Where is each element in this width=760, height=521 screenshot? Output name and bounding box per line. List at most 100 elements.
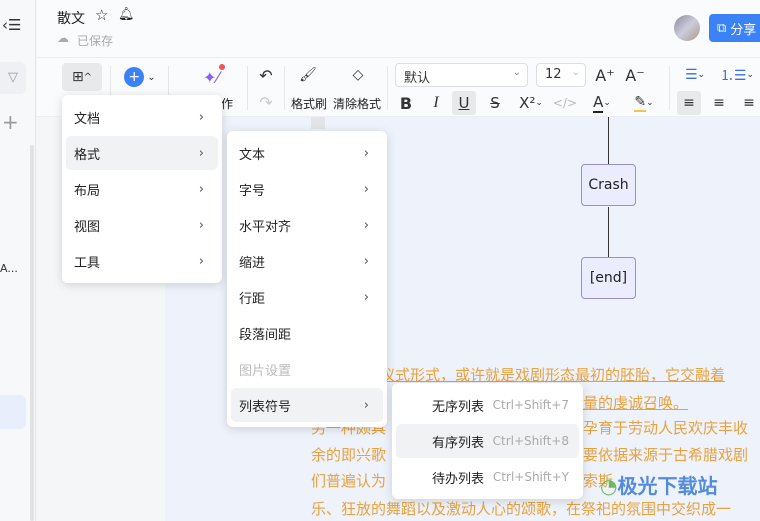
bold-icon[interactable]: B: [395, 92, 417, 114]
menu-item-list-style[interactable]: 列表符号 ›: [231, 388, 383, 422]
numbered-list-icon[interactable]: ⒈☰ ⌄: [719, 64, 755, 86]
decrease-font-icon[interactable]: A⁻: [622, 64, 648, 86]
menu-item-text[interactable]: 文本 ›: [231, 136, 383, 170]
eraser-icon[interactable]: ◇: [343, 64, 373, 86]
redo-icon[interactable]: ↷: [253, 91, 279, 113]
strikethrough-icon[interactable]: S: [484, 92, 506, 114]
paragraph-line[interactable]: 量的虔诚召唤。: [583, 392, 688, 413]
menu-item-paragraph-spacing[interactable]: 段落间距: [231, 316, 383, 350]
clear-format-button[interactable]: 清除格式: [333, 95, 381, 112]
menu-label: 有序列表: [432, 435, 485, 451]
main-menu: 文档 › 格式 › 布局 › 视图 › 工具 ›: [62, 95, 222, 283]
menu-item-unordered-list[interactable]: 无序列表 Ctrl+Shift+7: [396, 388, 579, 422]
font-family-select[interactable]: 默认 ⌄: [395, 63, 528, 87]
paragraph-line[interactable]: 要依据来源于古希腊戏剧: [583, 444, 748, 465]
chevron-right-icon: ›: [363, 181, 369, 197]
underline-icon[interactable]: U: [452, 91, 476, 115]
header: 散文 ☆ 🔔︎ ☁ 已保存 ⧉ 分享: [37, 0, 760, 57]
menu-label: 字号: [239, 183, 266, 199]
bell-icon[interactable]: 🔔︎: [118, 7, 135, 22]
menu-label: 文本: [239, 147, 266, 163]
menu-item-tools[interactable]: 工具 ›: [66, 244, 218, 278]
star-icon[interactable]: ☆: [95, 6, 108, 24]
menu-grid-button[interactable]: ⊞ ^: [62, 63, 102, 91]
menu-item-layout[interactable]: 布局 ›: [66, 172, 218, 206]
menu-label: 图片设置: [239, 363, 292, 379]
font-color-icon[interactable]: A ⌄: [585, 92, 619, 114]
diagram-node-crash[interactable]: Crash: [581, 164, 636, 206]
share-button[interactable]: ⧉ 分享: [709, 14, 760, 42]
menu-label: 无序列表: [432, 399, 485, 415]
chevron-right-icon: ›: [198, 181, 204, 197]
menu-label: 格式: [74, 147, 101, 163]
menu-label: 待办列表: [432, 471, 485, 487]
format-painter-button[interactable]: 格式刷: [291, 95, 327, 112]
menu-item-document[interactable]: 文档 ›: [66, 100, 218, 134]
list-submenu: 无序列表 Ctrl+Shift+7 有序列表 Ctrl+Shift+8 待办列表 Ct…: [392, 383, 583, 499]
scrollbar[interactable]: [30, 145, 34, 521]
superscript-icon[interactable]: X² ⌄: [513, 92, 549, 114]
paragraph-line[interactable]: 们普遍认为: [311, 470, 386, 491]
menu-item-todo-list[interactable]: 待办列表 Ctrl+Shift+Y: [396, 460, 579, 494]
menu-label: 水平对齐: [239, 219, 292, 235]
font-size-select[interactable]: 12 ⌄: [536, 63, 586, 87]
undo-icon[interactable]: ↶: [253, 64, 279, 86]
menu-item-font-size[interactable]: 字号 ›: [231, 172, 383, 206]
external-link-icon: ⧉: [717, 20, 727, 36]
chevron-right-icon: ›: [363, 397, 369, 413]
chevron-right-icon: ›: [198, 217, 204, 233]
avatar[interactable]: [674, 15, 700, 41]
highlight-icon[interactable]: ✎ ⌄: [626, 92, 662, 114]
chevron-right-icon: ›: [198, 109, 204, 125]
filter-icon[interactable]: ▽: [0, 62, 26, 94]
menu-item-image-settings: 图片设置: [231, 352, 383, 386]
ai-label[interactable]: 作: [221, 95, 233, 112]
menu-label: 文档: [74, 111, 101, 127]
align-right-icon[interactable]: ≡: [737, 91, 760, 115]
paragraph-line[interactable]: 余的即兴歌: [311, 444, 386, 465]
menu-label: 布局: [74, 183, 101, 199]
add-icon[interactable]: +: [2, 110, 19, 134]
chevron-right-icon: ›: [198, 253, 204, 269]
shortcut: Ctrl+Shift+7: [492, 398, 569, 412]
menu-label: 缩进: [239, 255, 266, 271]
align-left-icon[interactable]: ≡: [677, 91, 701, 115]
menu-label: 视图: [74, 219, 101, 235]
sidebar-item[interactable]: A...: [0, 262, 18, 275]
sidebar-active-item[interactable]: [0, 395, 26, 429]
chevron-right-icon: ›: [363, 253, 369, 269]
align-center-icon[interactable]: ≡: [707, 91, 731, 115]
menu-label: 工具: [74, 255, 101, 271]
paragraph-line[interactable]: 的仪式形式，或许就是戏剧形态最初的胚胎，它交融着: [365, 364, 725, 385]
cloud-check-icon: ☁: [57, 31, 69, 45]
menu-item-format[interactable]: 格式 ›: [66, 136, 218, 170]
chevron-right-icon: ›: [363, 145, 369, 161]
menu-item-line-height[interactable]: 行距 ›: [231, 280, 383, 314]
save-status: 已保存: [77, 34, 114, 48]
shortcut: Ctrl+Shift+Y: [492, 470, 569, 484]
menu-item-indent[interactable]: 缩进 ›: [231, 244, 383, 278]
menu-item-align[interactable]: 水平对齐 ›: [231, 208, 383, 242]
menu-label: 段落间距: [239, 327, 292, 343]
menu-item-ordered-list[interactable]: 有序列表 Ctrl+Shift+8: [396, 424, 579, 458]
diagram-node-end[interactable]: [end]: [581, 257, 636, 299]
doc-title[interactable]: 散文: [57, 8, 85, 28]
diagram-edge: [608, 207, 609, 257]
menu-label: 列表符号: [239, 399, 292, 415]
chevron-right-icon: ›: [198, 145, 204, 161]
paragraph-line[interactable]: 乐、狂放的舞蹈以及激动人心的颂歌，在祭祀的氛围中交织成一: [311, 498, 731, 519]
paragraph-line[interactable]: 孕育于劳动人民欢庆丰收: [583, 417, 748, 438]
code-icon[interactable]: </>: [553, 92, 577, 114]
notification-dot: [219, 64, 225, 70]
insert-button[interactable]: + ⌄: [122, 65, 158, 89]
italic-icon[interactable]: I: [425, 92, 447, 114]
chevron-right-icon: ›: [363, 217, 369, 233]
ruler-marker: [311, 117, 325, 129]
plus-circle-icon: +: [124, 67, 145, 87]
bullet-list-icon[interactable]: ☰ ⌄: [677, 64, 713, 86]
increase-font-icon[interactable]: A⁺: [592, 64, 618, 86]
share-label: 分享: [730, 22, 757, 38]
format-painter-icon[interactable]: 🖌︎: [293, 64, 323, 86]
menu-item-view[interactable]: 视图 ›: [66, 208, 218, 242]
collapse-sidebar-icon[interactable]: ‹☰: [2, 16, 21, 34]
